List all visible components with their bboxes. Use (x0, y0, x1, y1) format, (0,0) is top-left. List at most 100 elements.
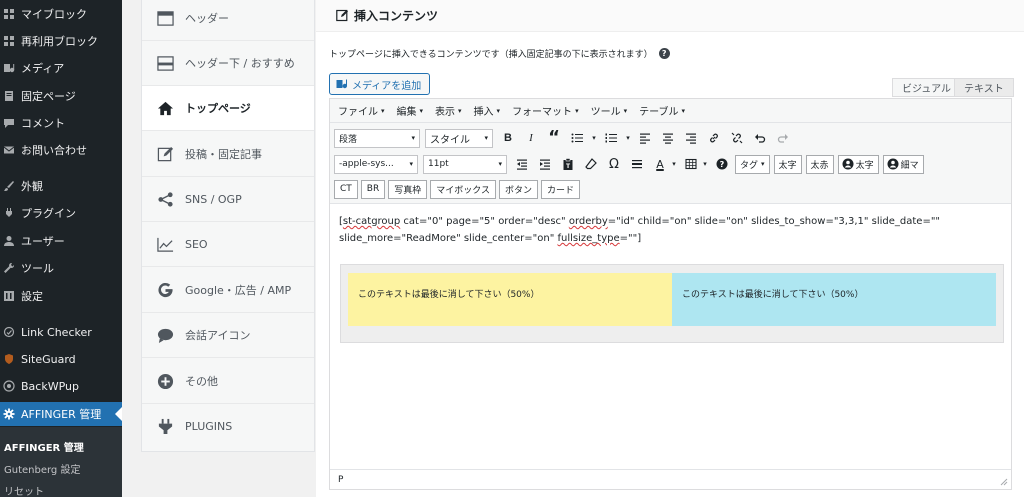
menu-label: 挿入 (473, 107, 494, 118)
editor-content-area[interactable]: [st-catgroup cat="0" page="5" order="des… (330, 205, 1011, 467)
italic-button[interactable]: I (521, 129, 541, 148)
table-button[interactable] (681, 155, 701, 174)
align-center-button[interactable] (658, 129, 678, 148)
tab-plugins[interactable]: PLUGINS (142, 404, 314, 449)
font-size-select[interactable]: 11pt ▾ (423, 154, 507, 174)
submenu-gutenberg-settings[interactable]: Gutenberg 設定 (4, 461, 80, 476)
insert-link-button[interactable] (704, 129, 724, 148)
indent-button[interactable] (535, 155, 555, 174)
bullet-list-button[interactable] (567, 129, 587, 148)
numbered-list-dropdown[interactable]: ▾ (624, 129, 632, 148)
menu-view[interactable]: 表示 ▾ (435, 103, 462, 119)
menu-format[interactable]: フォーマット ▾ (512, 103, 579, 119)
tab-other[interactable]: その他 (142, 359, 314, 404)
format-select[interactable]: 段落 ▾ (334, 128, 420, 148)
menu-table[interactable]: テーブル ▾ (639, 103, 685, 119)
button-button[interactable]: ボタン (498, 179, 538, 199)
bullet-list-dropdown[interactable]: ▾ (590, 129, 598, 148)
add-media-button[interactable]: メディアを追加 (329, 73, 431, 95)
column-layout-box[interactable]: このテキストは最後に消して下さい（50%） このテキストは最後に消して下さい（5… (340, 264, 1004, 343)
style-select[interactable]: スタイル ▾ (425, 128, 493, 148)
sidebar-item-contact[interactable]: お問い合わせ (0, 138, 122, 162)
my-box-button[interactable]: マイボックス (430, 179, 496, 199)
paste-text-button[interactable]: T (558, 155, 578, 174)
sidebar-item-pages[interactable]: 固定ページ (0, 84, 122, 108)
bold-red-button[interactable]: 太赤 (805, 154, 834, 174)
shortcode-part-misspelled: orderby (568, 216, 608, 227)
toolbar-row-2: -apple-sys... ▾ 11pt ▾ T Ω A ▾ ▾ ? タグ ▾ 太字 … (334, 153, 928, 175)
tab-posts[interactable]: 投稿・固定記事 (142, 132, 314, 177)
column-left[interactable]: このテキストは最後に消して下さい（50%） (348, 273, 672, 326)
tag-select[interactable]: タグ ▾ (735, 154, 770, 174)
menu-file[interactable]: ファイル ▾ (338, 103, 385, 119)
tab-header[interactable]: ヘッダー (142, 0, 314, 41)
sidebar-item-settings[interactable]: 設定 (0, 284, 122, 308)
sidebar-item-tools[interactable]: ツール (0, 256, 122, 280)
element-path[interactable]: P (338, 475, 343, 485)
undo-button[interactable] (750, 129, 770, 148)
card-button[interactable]: カード (541, 179, 581, 199)
photo-frame-button[interactable]: 写真枠 (388, 179, 428, 199)
remove-link-button[interactable] (727, 129, 747, 148)
outdent-icon (517, 159, 527, 170)
sidebar-item-label: 外観 (21, 180, 43, 193)
horizontal-rule-icon (632, 160, 642, 169)
edit-icon (156, 145, 174, 163)
tab-top-page[interactable]: トップページ (142, 86, 314, 131)
sidebar-item-plugins[interactable]: プラグイン (0, 201, 122, 225)
clear-format-button[interactable] (581, 155, 601, 174)
help-icon[interactable]: ? (658, 48, 670, 59)
align-right-button[interactable] (681, 129, 701, 148)
sidebar-item-reusable-blocks[interactable]: 再利用ブロック (0, 29, 122, 53)
text-color-button[interactable]: A (650, 155, 670, 174)
tab-seo[interactable]: SEO (142, 222, 314, 267)
menu-tools[interactable]: ツール ▾ (591, 103, 628, 119)
table-dropdown[interactable]: ▾ (701, 155, 709, 174)
special-char-button[interactable]: Ω (604, 155, 624, 174)
shortcode-part: cat="0" page="5" order="desc" (400, 216, 569, 227)
sidebar-item-appearance[interactable]: 外観 (0, 174, 122, 198)
sidebar-item-my-blocks[interactable]: マイブロック (0, 2, 122, 26)
sidebar-item-comments[interactable]: コメント (0, 111, 122, 135)
plus-circle-icon (156, 372, 174, 390)
sidebar-item-backwpup[interactable]: BackWPup (0, 374, 122, 398)
resize-handle-icon[interactable] (1000, 478, 1008, 486)
tab-text[interactable]: テキスト (954, 78, 1014, 97)
submenu-reset[interactable]: リセット (4, 483, 44, 497)
tab-google-ads-amp[interactable]: Google・広告 / AMP (142, 268, 314, 313)
bold-style-button[interactable]: 太字 (773, 154, 802, 174)
tab-label: ヘッダー (185, 12, 229, 25)
bold-button[interactable]: B (498, 129, 518, 148)
font-family-select[interactable]: -apple-sys... ▾ (334, 154, 418, 174)
tab-header-below[interactable]: ヘッダー下 / おすすめ (142, 41, 314, 86)
sidebar-item-affinger[interactable]: AFFINGER 管理 (0, 402, 122, 426)
redo-button[interactable] (773, 129, 793, 148)
blockquote-button[interactable]: “ (544, 129, 564, 148)
column-right[interactable]: このテキストは最後に消して下さい（50%） (672, 273, 996, 326)
sidebar-item-users[interactable]: ユーザー (0, 229, 122, 253)
menu-insert[interactable]: 挿入 ▾ (473, 103, 501, 119)
horizontal-rule-button[interactable] (627, 155, 647, 174)
sidebar-item-label: SiteGuard (21, 352, 76, 366)
sidebar-item-link-checker[interactable]: Link Checker (0, 320, 122, 344)
numbered-list-button[interactable] (601, 129, 621, 148)
sidebar-item-siteguard[interactable]: SiteGuard (0, 347, 122, 371)
ct-button[interactable]: CT (334, 179, 358, 199)
text-color-dropdown[interactable]: ▾ (670, 155, 678, 174)
submenu-affinger-manage[interactable]: AFFINGER 管理 (4, 439, 84, 454)
circle-bold-button[interactable]: 太字 (837, 154, 879, 174)
align-left-button[interactable] (635, 129, 655, 148)
header-icon (156, 9, 174, 27)
circle-thin-button[interactable]: 細マ (882, 154, 924, 174)
circle-thin-label: 細マ (900, 160, 919, 171)
br-button[interactable]: BR (360, 179, 386, 199)
menu-edit[interactable]: 編集 ▾ (397, 103, 424, 119)
shortcode-text[interactable]: [st-catgroup cat="0" page="5" order="des… (339, 213, 999, 247)
tab-visual[interactable]: ビジュアル (892, 78, 961, 97)
tab-sns-ogp[interactable]: SNS / OGP (142, 177, 314, 222)
outdent-button[interactable] (512, 155, 532, 174)
tab-conversation-icon[interactable]: 会話アイコン (142, 313, 314, 358)
panel-title-text: 挿入コンテンツ (354, 8, 439, 23)
sidebar-item-media[interactable]: メディア (0, 56, 122, 80)
help-button[interactable]: ? (712, 155, 732, 174)
